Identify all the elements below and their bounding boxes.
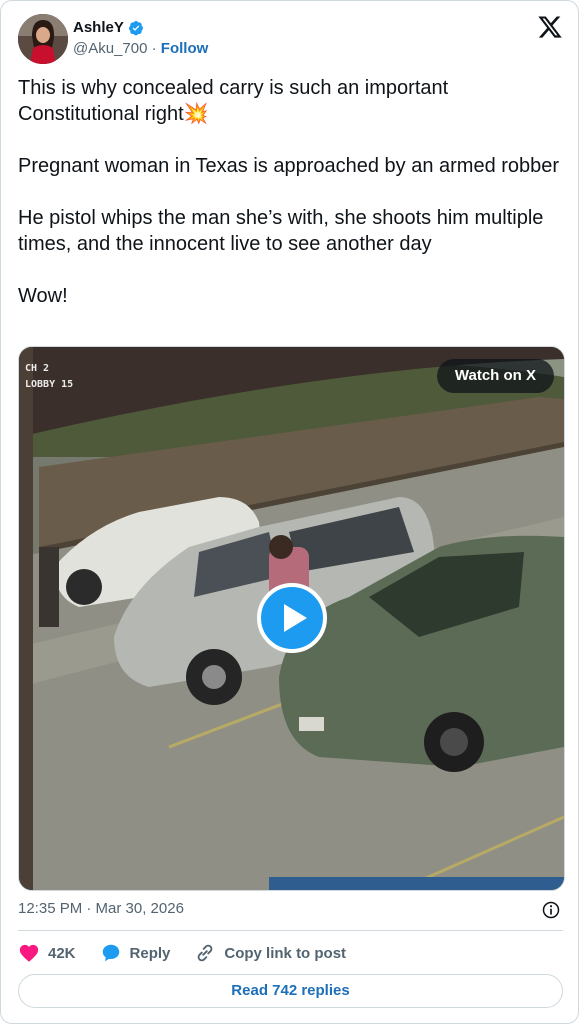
copy-link-button[interactable]: Copy link to post xyxy=(194,942,346,964)
copy-link-label: Copy link to post xyxy=(224,944,347,962)
video-player[interactable]: CH 2 LOBBY 15 Watch on X xyxy=(18,346,565,891)
read-replies-button[interactable]: Read 742 replies xyxy=(18,974,563,1008)
author-name[interactable]: AshleY xyxy=(73,19,124,36)
follow-button[interactable]: Follow xyxy=(161,40,209,57)
divider xyxy=(18,930,563,931)
info-icon[interactable] xyxy=(541,900,561,920)
post-header: AshleY @Aku_700 · Follow xyxy=(18,14,563,64)
like-button[interactable]: 42K xyxy=(18,942,76,964)
reply-button[interactable]: Reply xyxy=(100,942,171,964)
post-timestamp[interactable]: 12:35 PM · Mar 30, 2026 xyxy=(18,900,184,917)
cctv-overlay: CH 2 LOBBY 15 xyxy=(25,361,73,393)
x-logo-icon[interactable] xyxy=(537,14,563,40)
link-icon xyxy=(198,944,213,962)
like-count: 42K xyxy=(48,944,76,962)
post-card: AshleY @Aku_700 · Follow This is why con… xyxy=(0,0,579,1024)
cctv-overlay-line: CH 2 xyxy=(25,363,50,374)
heart-icon xyxy=(19,944,39,962)
post-text: This is why concealed carry is such an i… xyxy=(18,75,563,335)
watch-on-x-button[interactable]: Watch on X xyxy=(436,359,554,393)
post-paragraph: Wow! xyxy=(18,285,68,307)
verified-badge-icon xyxy=(128,20,143,35)
post-timestamp-row: 12:35 PM · Mar 30, 2026 xyxy=(18,900,563,920)
reply-bubble-icon xyxy=(102,944,119,962)
play-icon[interactable] xyxy=(257,583,327,653)
post-paragraph: He pistol whips the man she’s with, she … xyxy=(18,207,544,255)
post-paragraph: Pregnant woman in Texas is approached by… xyxy=(18,155,560,177)
reply-label: Reply xyxy=(129,944,171,962)
handle-separator: · xyxy=(147,40,161,57)
cctv-overlay-line: LOBBY 15 xyxy=(25,379,74,390)
author-handle[interactable]: @Aku_700 xyxy=(73,40,147,57)
author-names: AshleY @Aku_700 · Follow xyxy=(73,18,208,59)
avatar[interactable] xyxy=(18,14,68,64)
post-actions: 42K Reply Copy link to post xyxy=(18,941,563,965)
post-paragraph: This is why concealed carry is such an i… xyxy=(18,77,449,125)
